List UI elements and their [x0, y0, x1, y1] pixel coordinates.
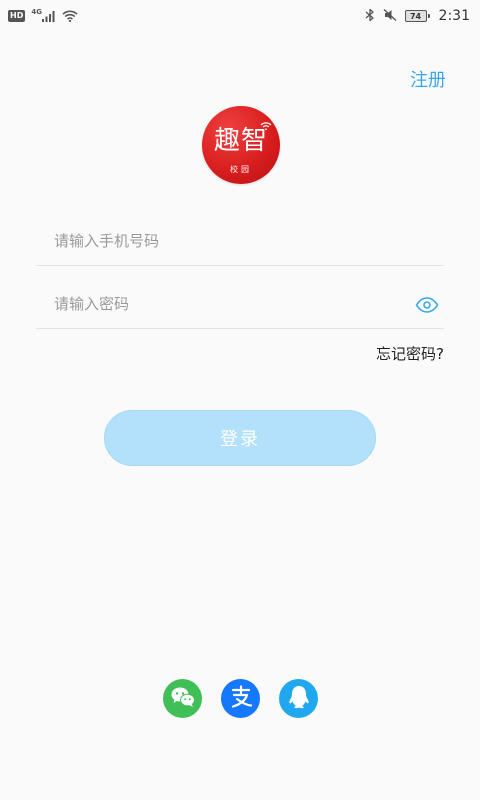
forgot-password-link[interactable]: 忘记密码? [376, 343, 444, 364]
qq-icon [287, 684, 311, 714]
battery-icon: 74 [404, 10, 430, 22]
social-login-row [0, 679, 480, 719]
battery-level: 74 [409, 11, 422, 21]
hd-badge: HD [8, 10, 26, 22]
wechat-icon [170, 686, 196, 712]
status-clock: 2:31 [438, 8, 470, 24]
phone-field [36, 218, 444, 266]
bluetooth-icon [365, 7, 375, 26]
logo-sub-text: 校园 [230, 165, 252, 174]
status-bar-left: HD 4G [8, 6, 78, 26]
app-logo: 趣智 校园 [202, 106, 280, 184]
wechat-login-button[interactable] [163, 679, 202, 718]
eye-icon[interactable] [414, 293, 440, 317]
wifi-icon [62, 7, 78, 26]
network-type-label: 4G [31, 8, 42, 16]
status-bar-right: 74 2:31 [365, 6, 470, 26]
alipay-login-button[interactable] [221, 679, 260, 718]
alipay-icon [228, 684, 254, 714]
phone-input[interactable] [54, 226, 394, 256]
status-bar: HD 4G 74 2:31 [0, 0, 480, 32]
qq-login-button[interactable] [279, 679, 318, 718]
password-input[interactable] [54, 289, 394, 319]
cell-signal-icon [41, 7, 56, 26]
mute-icon [383, 7, 397, 26]
register-link[interactable]: 注册 [410, 66, 446, 92]
password-field [36, 281, 444, 329]
login-button[interactable]: 登录 [104, 410, 376, 466]
logo-wifi-icon [260, 116, 272, 135]
